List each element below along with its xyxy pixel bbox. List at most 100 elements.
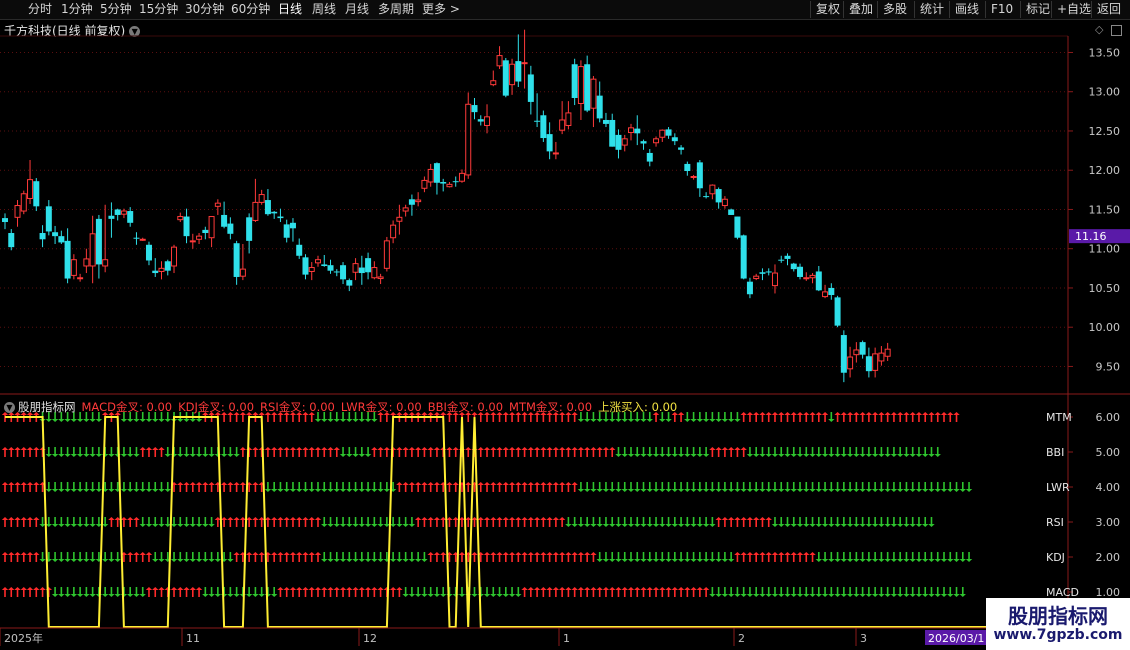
indicator-tick-label: 2.00 (1096, 551, 1121, 564)
signal-arrow-up (759, 552, 766, 555)
candle-body (471, 105, 478, 113)
signal-arrow-down (233, 454, 240, 457)
signal-arrow-down (139, 419, 146, 422)
signal-arrow-up (765, 552, 772, 555)
signal-arrow-down (646, 454, 653, 457)
signal-arrow-down (389, 559, 397, 562)
signal-arrow-down (909, 489, 916, 492)
signal-arrow-down (58, 454, 65, 457)
signal-arrow-up (377, 447, 384, 450)
candle-body (415, 199, 422, 203)
signal-arrow-down (765, 454, 772, 457)
signal-arrow-down (702, 489, 710, 492)
signal-arrow-down (358, 489, 366, 492)
signal-arrow-up (558, 482, 566, 485)
signal-arrow-up (33, 587, 40, 590)
signal-arrow-up (440, 552, 447, 555)
signal-arrow-down (884, 559, 891, 562)
signal-arrow-down (346, 524, 353, 527)
signal-arrow-down (721, 594, 729, 597)
candle-body (315, 259, 321, 264)
signal-arrow-down (865, 524, 873, 527)
signal-arrow-up (296, 447, 303, 450)
signal-row-kdj (1, 552, 973, 562)
signal-arrow-down (89, 419, 96, 422)
signal-arrow-up (8, 482, 15, 485)
signal-arrow-down (677, 524, 685, 527)
signal-arrow-down (615, 419, 622, 422)
signal-arrow-up (308, 517, 315, 520)
signal-arrow-up (715, 517, 722, 520)
signal-arrow-down (571, 524, 578, 527)
signal-arrow-down (583, 419, 591, 422)
signal-arrow-down (177, 454, 184, 457)
candlestick-series (2, 29, 891, 383)
price-tick-label: 12.50 (1089, 125, 1121, 138)
signal-arrow-down (602, 489, 610, 492)
signal-arrow-down (940, 559, 948, 562)
candle-body (458, 172, 465, 182)
signal-arrow-down (339, 489, 347, 492)
signal-arrow-down (659, 454, 666, 457)
signal-arrow-down (145, 524, 153, 527)
signal-arrow-down (659, 559, 666, 562)
signal-arrow-down (915, 559, 923, 562)
signal-arrow-down (58, 489, 65, 492)
signal-arrow-down (815, 559, 822, 562)
signal-arrow-down (671, 524, 679, 527)
chart-canvas[interactable]: 13.5013.0012.5012.0011.5011.0010.5010.00… (0, 0, 1130, 650)
indicator-menu-icon[interactable]: ▼ (4, 402, 15, 413)
signal-arrow-down (746, 594, 754, 597)
signal-arrow-down (202, 454, 209, 457)
signal-arrow-up (515, 447, 522, 450)
signal-arrow-down (865, 489, 873, 492)
candle-body (734, 216, 741, 238)
signal-arrow-down (471, 594, 478, 597)
signal-arrow-up (521, 482, 528, 485)
candle-body (684, 163, 691, 171)
signal-arrow-up (26, 447, 34, 450)
signal-arrow-up (753, 517, 760, 520)
indicator-row-label: MTM (1046, 411, 1072, 424)
signal-arrow-up (565, 482, 572, 485)
signal-arrow-down (609, 524, 616, 527)
candle-body (39, 233, 46, 240)
signal-arrow-down (490, 594, 497, 597)
signal-arrow-up (483, 552, 491, 555)
signal-arrow-down (321, 559, 328, 562)
signal-arrow-down (840, 524, 848, 527)
signal-arrow-down (828, 489, 835, 492)
signal-arrow-down (508, 594, 516, 597)
signal-arrow-down (502, 594, 509, 597)
signal-arrow-down (715, 419, 722, 422)
candle-body (628, 127, 634, 134)
signal-arrow-down (634, 454, 641, 457)
signal-arrow-down (771, 594, 779, 597)
signal-arrow-down (859, 454, 866, 457)
indicator-tick-label: 6.00 (1096, 411, 1121, 424)
signal-arrow-down (659, 524, 666, 527)
signal-arrow-down (177, 524, 184, 527)
signal-arrow-down (671, 454, 679, 457)
signal-arrow-up (383, 447, 391, 450)
signal-arrow-down (152, 419, 159, 422)
signal-arrow-down (784, 489, 791, 492)
signal-arrow-down (846, 489, 854, 492)
signal-arrow-up (884, 412, 891, 415)
signal-arrow-up (195, 587, 203, 590)
signal-arrow-up (208, 482, 215, 485)
signal-arrow-down (965, 559, 973, 562)
signal-arrow-down (865, 559, 873, 562)
signal-arrow-up (483, 447, 491, 450)
signal-arrow-down (414, 594, 422, 597)
signal-arrow-up (734, 552, 741, 555)
signal-arrow-down (76, 419, 84, 422)
signal-arrow-down (83, 594, 90, 597)
signal-arrow-down (408, 594, 416, 597)
candle-body (208, 216, 215, 239)
signal-arrow-down (696, 524, 704, 527)
candle-body (559, 119, 566, 131)
signal-arrow-up (796, 412, 804, 415)
signal-arrow-down (220, 454, 228, 457)
signal-arrow-down (690, 524, 697, 527)
